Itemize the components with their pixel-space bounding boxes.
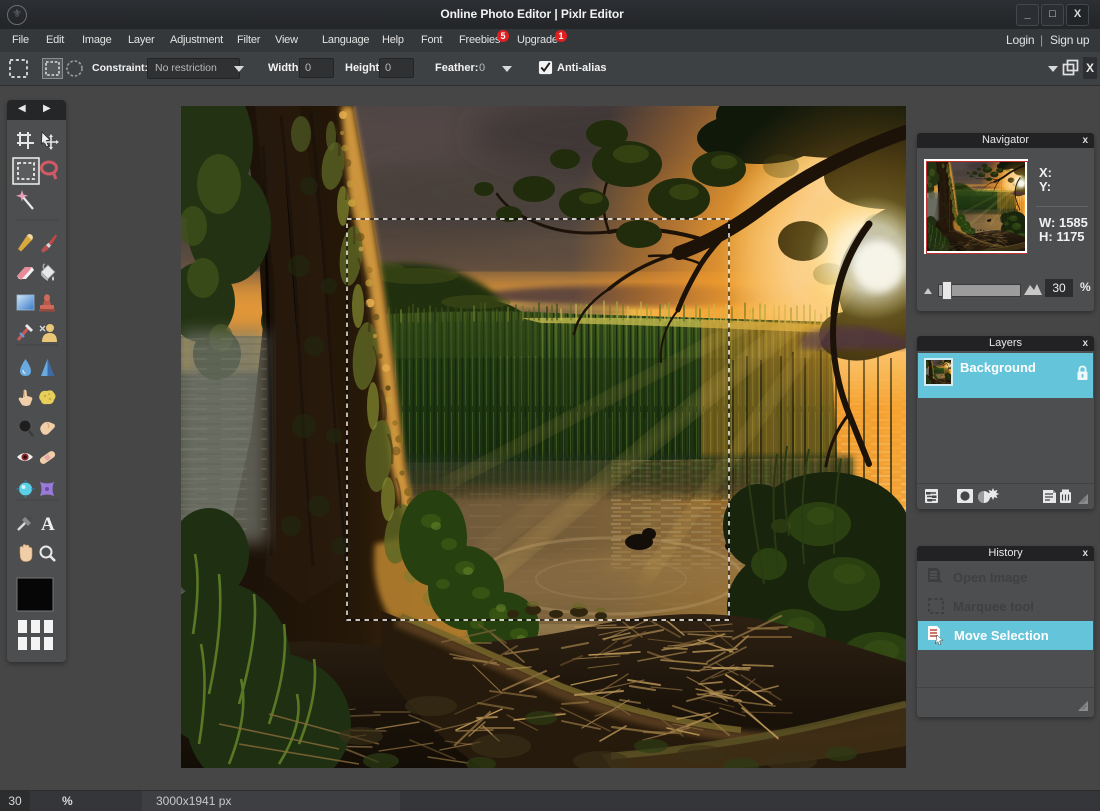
svg-text:A: A	[41, 514, 55, 535]
